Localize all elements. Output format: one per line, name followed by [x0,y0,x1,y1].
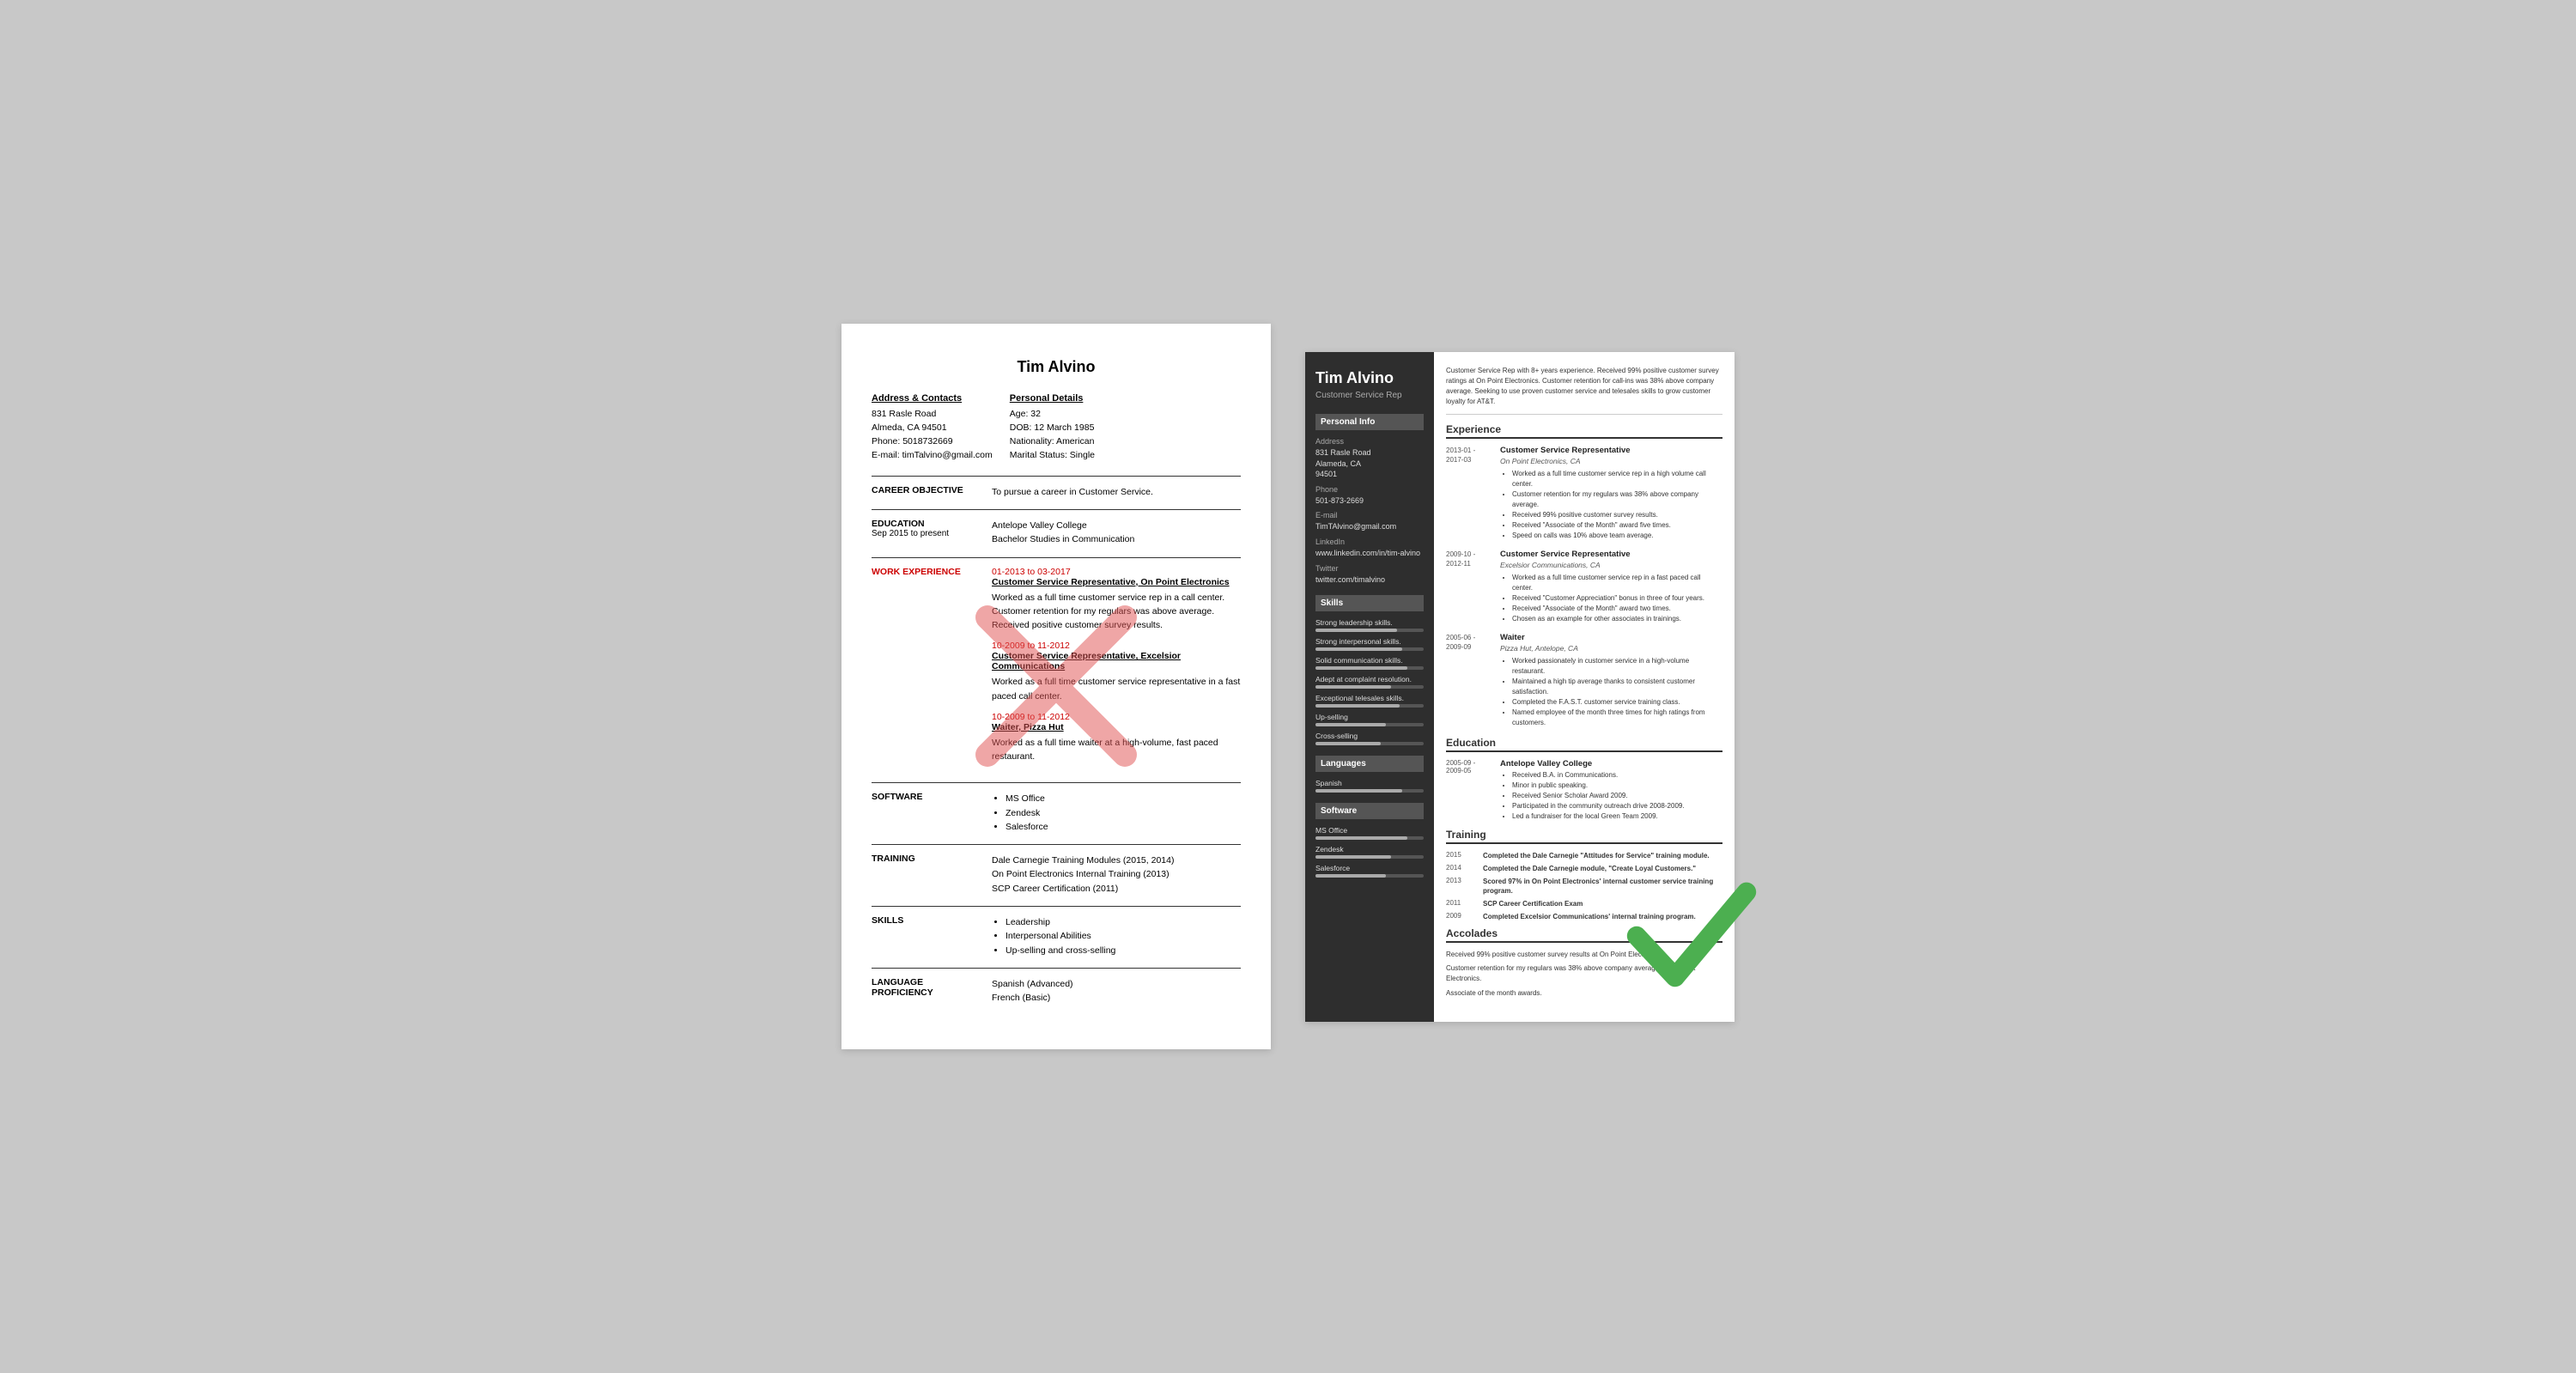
left-software-label: SOFTWARE [872,792,983,834]
software-header: Software [1315,803,1424,819]
left-education-text: Antelope Valley College Bachelor Studies… [992,519,1241,547]
software-2: Zendesk [1315,845,1424,859]
left-job-2: 10-2009 to 11-2012 Customer Service Repr… [992,641,1241,703]
exp-content-1: Customer Service Representative On Point… [1500,446,1722,541]
left-address-col: Address & Contacts 831 Rasle RoadAlmeda,… [872,393,993,463]
left-language-label: LANGUAGEPROFICIENCY [872,977,983,1005]
left-personal-col: Personal Details Age: 32DOB: 12 March 19… [1010,393,1095,463]
left-skills-list: Leadership Interpersonal Abilities Up-se… [992,915,1241,957]
left-address-text: 831 Rasle RoadAlmeda, CA 94501Phone: 501… [872,407,993,463]
left-skills-label: SKILLS [872,915,983,957]
skill-5: Exceptional telesales skills. [1315,694,1424,708]
left-divider-1 [872,476,1241,477]
skill-7: Cross-selling [1315,732,1424,745]
left-divider-6 [872,906,1241,907]
personal-info-header: Personal Info [1315,414,1424,430]
sidebar-email-value: TimTAlvino@gmail.com [1315,521,1424,532]
exp-job-1: 2013-01 -2017-03 Customer Service Repres… [1446,446,1722,541]
right-title: Customer Service Rep [1315,391,1424,400]
left-objective-text: To pursue a career in Customer Service. [992,485,1241,499]
left-personal-label: Personal Details [1010,393,1095,404]
training-1: 2015 Completed the Dale Carnegie "Attitu… [1446,851,1722,860]
edu-bullets-1: Received B.A. in Communications. Minor i… [1500,770,1722,822]
left-divider-2 [872,509,1241,510]
left-language-text: Spanish (Advanced)French (Basic) [992,977,1241,1005]
left-divider-3 [872,557,1241,558]
skill-3: Solid communication skills. [1315,656,1424,670]
sidebar-twitter-label: Twitter [1315,564,1424,573]
edu-entry-1: 2005-09 -2009-05 Antelope Valley College… [1446,759,1722,822]
left-software-list: MS Office Zendesk Salesforce [992,792,1241,834]
left-divider-4 [872,782,1241,783]
right-main-content: Customer Service Rep with 8+ years exper… [1434,352,1735,1022]
sidebar-phone-label: Phone [1315,485,1424,494]
software-3: Salesforce [1315,864,1424,878]
languages-header: Languages [1315,756,1424,772]
left-software-section: SOFTWARE MS Office Zendesk Salesforce [872,792,1241,834]
left-job-1: 01-2013 to 03-2017 Customer Service Repr… [992,567,1241,633]
exp-bullets-2: Worked as a full time customer service r… [1500,573,1722,624]
sidebar-linkedin-label: LinkedIn [1315,538,1424,546]
sidebar-address-value: 831 Rasle RoadAlameda, CA94501 [1315,447,1424,480]
right-summary: Customer Service Rep with 8+ years exper… [1446,366,1722,415]
skill-1: Strong leadership skills. [1315,618,1424,632]
left-divider-5 [872,844,1241,845]
skills-header: Skills [1315,595,1424,611]
left-personal-text: Age: 32DOB: 12 March 1985Nationality: Am… [1010,407,1095,463]
left-language-section: LANGUAGEPROFICIENCY Spanish (Advanced)Fr… [872,977,1241,1005]
sidebar-twitter-value: twitter.com/timalvino [1315,574,1424,586]
training-4: 2011 SCP Career Certification Exam [1446,899,1722,908]
experience-header: Experience [1446,423,1722,439]
training-2: 2014 Completed the Dale Carnegie module,… [1446,864,1722,873]
resume-left: Tim Alvino Address & Contacts 831 Rasle … [841,324,1271,1050]
accolade-2: Customer retention for my regulars was 3… [1446,963,1722,985]
accolades-header: Accolades [1446,927,1722,943]
sidebar-phone-value: 501-873-2669 [1315,495,1424,507]
accolade-3: Associate of the month awards. [1446,988,1722,999]
left-work-label: WORK EXPERIENCE [872,567,983,773]
skill-6: Up-selling [1315,713,1424,726]
left-training-text: Dale Carnegie Training Modules (2015, 20… [992,854,1241,896]
lang-1: Spanish [1315,779,1424,793]
exp-bullets-1: Worked as a full time customer service r… [1500,469,1722,541]
exp-job-3: 2005-06 -2009-09 Waiter Pizza Hut, Antel… [1446,633,1722,728]
left-objective-label: CAREER OBJECTIVE [872,485,983,499]
left-training-section: TRAINING Dale Carnegie Training Modules … [872,854,1241,896]
resume-right: Tim Alvino Customer Service Rep Personal… [1305,352,1735,1022]
education-header: Education [1446,737,1722,752]
left-work-entries: 01-2013 to 03-2017 Customer Service Repr… [992,567,1241,773]
left-divider-7 [872,968,1241,969]
left-objective-section: CAREER OBJECTIVE To pursue a career in C… [872,485,1241,499]
exp-content-3: Waiter Pizza Hut, Antelope, CA Worked pa… [1500,633,1722,728]
edu-date-1: 2005-09 -2009-05 [1446,759,1493,822]
left-address-label: Address & Contacts [872,393,993,404]
accolade-1: Received 99% positive customer survey re… [1446,950,1722,960]
exp-content-2: Customer Service Representative Excelsio… [1500,550,1722,624]
left-name: Tim Alvino [872,358,1241,376]
right-name: Tim Alvino [1315,369,1424,388]
skill-2: Strong interpersonal skills. [1315,637,1424,651]
training-3: 2013 Scored 97% in On Point Electronics'… [1446,877,1722,896]
exp-job-2: 2009-10 -2012-11 Customer Service Repres… [1446,550,1722,624]
exp-date-3: 2005-06 -2009-09 [1446,633,1493,728]
left-education-section: EDUCATION Sep 2015 to present Antelope V… [872,519,1241,547]
left-contact-section: Address & Contacts 831 Rasle RoadAlmeda,… [872,393,1241,463]
left-skills-section: SKILLS Leadership Interpersonal Abilitie… [872,915,1241,957]
sidebar-email-label: E-mail [1315,511,1424,519]
edu-content-1: Antelope Valley College Received B.A. in… [1500,759,1722,822]
exp-bullets-3: Worked passionately in customer service … [1500,656,1722,728]
software-1: MS Office [1315,826,1424,840]
skill-4: Adept at complaint resolution. [1315,675,1424,689]
left-training-label: TRAINING [872,854,983,896]
exp-date-2: 2009-10 -2012-11 [1446,550,1493,624]
training-5: 2009 Completed Excelsior Communications'… [1446,912,1722,921]
sidebar-address-label: Address [1315,437,1424,446]
right-sidebar: Tim Alvino Customer Service Rep Personal… [1305,352,1434,1022]
left-job-3: 10-2009 to 11-2012 Waiter, Pizza Hut Wor… [992,712,1241,764]
exp-date-1: 2013-01 -2017-03 [1446,446,1493,541]
left-education-label: EDUCATION Sep 2015 to present [872,519,983,547]
sidebar-linkedin-value: www.linkedin.com/in/tim-alvino [1315,548,1424,559]
left-work-section: WORK EXPERIENCE 01-2013 to 03-2017 Custo… [872,567,1241,773]
training-header: Training [1446,829,1722,844]
